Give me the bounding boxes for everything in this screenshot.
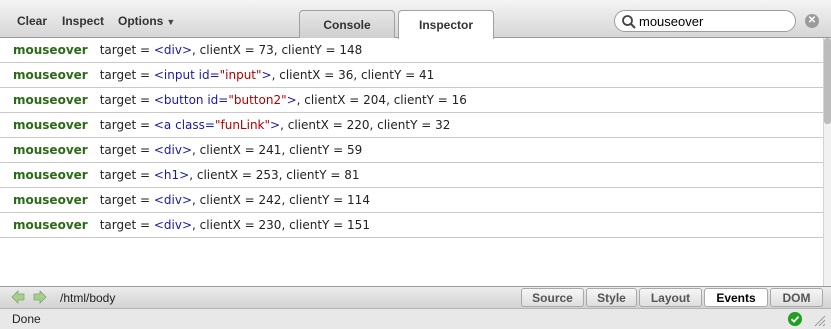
- client-coords: , clientX = 36, clientY = 41: [271, 68, 435, 82]
- scroll-thumb[interactable]: [824, 38, 831, 124]
- tag-open: <a: [153, 118, 172, 132]
- log-scrollbar[interactable]: [823, 38, 831, 286]
- bottom-bar: /html/body Source Style Layout Events DO…: [0, 286, 831, 308]
- log-row[interactable]: mouseover target = <a class="funLink">, c…: [0, 113, 831, 138]
- log-row[interactable]: mouseover target = <div>, clientX = 241, …: [0, 138, 831, 163]
- tab-dom[interactable]: DOM: [770, 288, 823, 307]
- target-prefix: target =: [99, 218, 154, 232]
- client-coords: , clientX = 230, clientY = 151: [192, 218, 370, 232]
- target-tag[interactable]: <input id="input">: [154, 68, 272, 82]
- target-tag[interactable]: <button id="button2">: [154, 93, 297, 107]
- target-tag[interactable]: <div>: [154, 193, 192, 207]
- event-name: mouseover: [13, 168, 88, 182]
- event-name: mouseover: [13, 68, 88, 82]
- breadcrumb-path[interactable]: /html/body: [60, 291, 115, 305]
- tag-open: <div: [153, 43, 182, 57]
- log-row[interactable]: mouseover target = <input id="input">, cl…: [0, 63, 831, 88]
- inspect-button[interactable]: Inspect: [62, 14, 104, 28]
- search-icon: [622, 15, 636, 29]
- log-row[interactable]: mouseover target = <div>, clientX = 242, …: [0, 188, 831, 213]
- status-text: Done: [12, 312, 41, 326]
- resize-grip-icon[interactable]: [812, 313, 826, 327]
- toolbar: Clear Inspect Options ▼ Console Inspector…: [0, 0, 831, 39]
- tab-style[interactable]: Style: [586, 288, 637, 307]
- search-input[interactable]: [639, 13, 789, 29]
- target-prefix: target =: [99, 118, 154, 132]
- tag-close: >: [181, 43, 193, 57]
- client-coords: , clientX = 73, clientY = 148: [192, 43, 363, 57]
- tag-open: <input: [153, 68, 195, 82]
- options-menu[interactable]: Options ▼: [118, 14, 175, 28]
- clear-search-icon[interactable]: ✕: [805, 14, 819, 28]
- target-tag[interactable]: <div>: [154, 218, 192, 232]
- tag-close: >: [181, 193, 193, 207]
- tag-close: >: [286, 93, 297, 107]
- tag-close: >: [181, 143, 193, 157]
- tag-open: <div: [153, 218, 182, 232]
- event-name: mouseover: [13, 93, 88, 107]
- target-prefix: target =: [99, 168, 154, 182]
- event-name: mouseover: [13, 193, 88, 207]
- tag-close: >: [261, 68, 272, 82]
- back-arrow-icon[interactable]: [10, 289, 26, 305]
- tag-open: <div: [153, 193, 182, 207]
- tab-layout[interactable]: Layout: [639, 288, 702, 307]
- attr-value: "input": [219, 68, 262, 82]
- search-box: [614, 10, 796, 32]
- event-name: mouseover: [13, 143, 88, 157]
- client-coords: , clientX = 220, clientY = 32: [280, 118, 451, 132]
- target-tag[interactable]: <a class="funLink">: [154, 118, 280, 132]
- target-prefix: target =: [99, 193, 154, 207]
- tag-open: <button: [153, 93, 204, 107]
- tab-events[interactable]: Events: [704, 288, 768, 307]
- client-coords: , clientX = 242, clientY = 114: [192, 193, 370, 207]
- attr-value: "funLink": [214, 118, 271, 132]
- tag-close: >: [270, 118, 281, 132]
- log-row[interactable]: mouseover target = <button id="button2">,…: [0, 88, 831, 113]
- tag-open: <div: [153, 143, 182, 157]
- status-bar: Done: [0, 308, 831, 329]
- tag-open: <h1: [153, 168, 180, 182]
- forward-arrow-icon[interactable]: [32, 289, 48, 305]
- tag-close: >: [179, 168, 190, 182]
- event-name: mouseover: [13, 43, 88, 57]
- target-tag[interactable]: <h1>: [154, 168, 189, 182]
- target-prefix: target =: [99, 93, 154, 107]
- log-row[interactable]: mouseover target = <div>, clientX = 73, c…: [0, 38, 831, 63]
- client-coords: , clientX = 204, clientY = 16: [296, 93, 467, 107]
- log-row[interactable]: mouseover target = <div>, clientX = 230, …: [0, 213, 831, 238]
- status-ok-icon: [788, 312, 802, 326]
- attr-name: class=: [171, 118, 215, 132]
- options-caret-icon: ▼: [166, 17, 176, 27]
- target-prefix: target =: [99, 68, 154, 82]
- client-coords: , clientX = 241, clientY = 59: [192, 143, 363, 157]
- client-coords: , clientX = 253, clientY = 81: [189, 168, 360, 182]
- target-prefix: target =: [99, 143, 154, 157]
- attr-name: id=: [194, 68, 220, 82]
- target-tag[interactable]: <div>: [154, 43, 192, 57]
- tag-close: >: [181, 218, 193, 232]
- attr-value: "button2": [228, 93, 287, 107]
- target-tag[interactable]: <div>: [154, 143, 192, 157]
- options-label: Options: [118, 14, 164, 28]
- log-row[interactable]: mouseover target = <h1>, clientX = 253, c…: [0, 163, 831, 188]
- tab-source[interactable]: Source: [521, 288, 584, 307]
- clear-button[interactable]: Clear: [17, 14, 47, 28]
- tab-inspector[interactable]: Inspector: [398, 10, 494, 39]
- tab-console[interactable]: Console: [299, 10, 395, 38]
- event-log: mouseover target = <div>, clientX = 73, c…: [0, 38, 831, 286]
- attr-name: id=: [203, 93, 229, 107]
- target-prefix: target =: [99, 43, 154, 57]
- event-name: mouseover: [13, 218, 88, 232]
- event-name: mouseover: [13, 118, 88, 132]
